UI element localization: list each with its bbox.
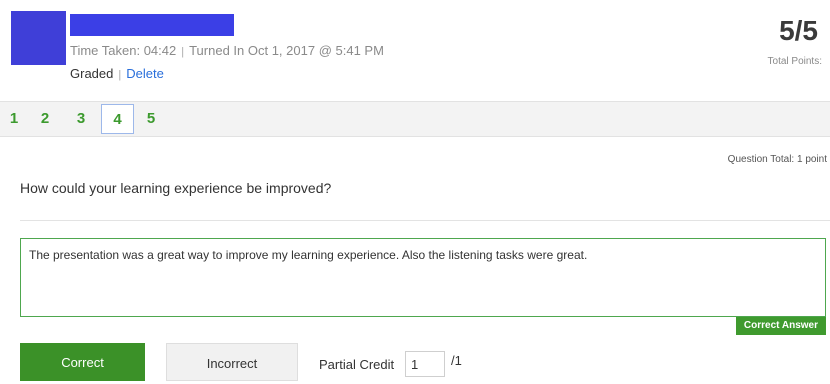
incorrect-button[interactable]: Incorrect [166, 343, 298, 381]
meta-separator: | [181, 46, 185, 58]
question-nav: 1 2 3 4 5 [0, 101, 830, 137]
graded-label: Graded [70, 66, 114, 81]
student-name-redacted [70, 14, 234, 36]
correct-button[interactable]: Correct [20, 343, 145, 381]
total-points-label: Total Points: [767, 56, 822, 67]
question-tab-3[interactable]: 3 [73, 102, 89, 136]
time-taken: Time Taken: 04:42 [70, 43, 177, 58]
partial-credit-max: /1 [451, 353, 462, 368]
turned-in-date: Turned In Oct 1, 2017 @ 5:41 PM [189, 43, 384, 58]
grading-status: Graded | Delete [70, 66, 164, 81]
divider [20, 220, 830, 221]
question-tab-5[interactable]: 5 [143, 102, 159, 136]
partial-credit-label: Partial Credit [319, 357, 395, 372]
status-separator: | [118, 69, 122, 81]
question-prompt: How could your learning experience be im… [20, 180, 332, 196]
question-tab-4[interactable]: 4 [101, 104, 134, 134]
student-answer: The presentation was a great way to impr… [20, 238, 826, 317]
question-tab-2[interactable]: 2 [37, 102, 53, 136]
submission-meta: Time Taken: 04:42 | Turned In Oct 1, 2017 … [70, 43, 384, 58]
partial-credit-input[interactable] [405, 351, 445, 377]
total-score: 5/5 [779, 15, 818, 46]
question-total: Question Total: 1 point [727, 154, 827, 165]
question-tab-1[interactable]: 1 [6, 102, 22, 136]
correct-answer-badge: Correct Answer [735, 317, 826, 335]
delete-link[interactable]: Delete [126, 66, 164, 81]
avatar [11, 11, 66, 65]
